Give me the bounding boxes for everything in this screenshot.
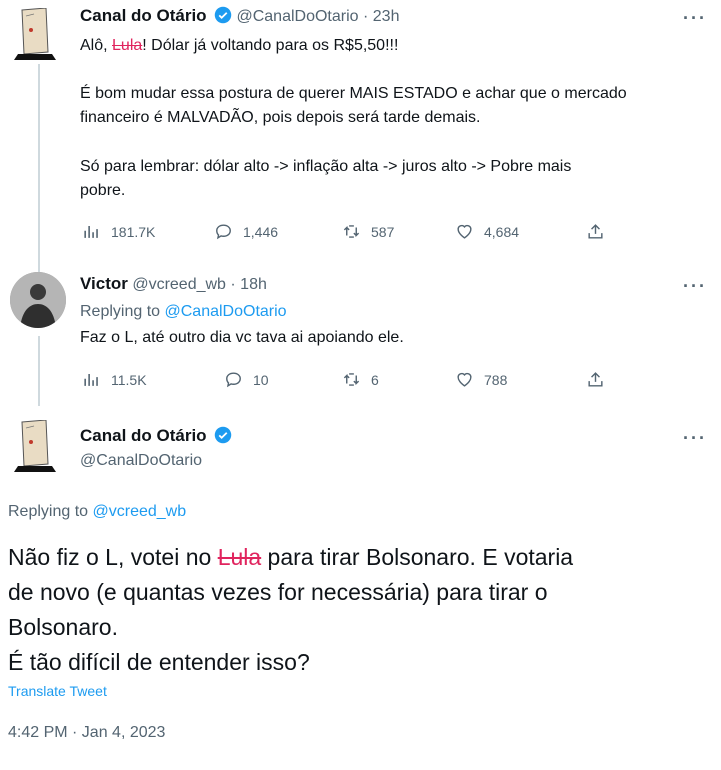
views-button[interactable]: 181.7K: [82, 222, 155, 241]
text: para tirar Bolsonaro. E votaria: [261, 544, 574, 570]
tweet-1-para-3-line-2: pobre.: [80, 182, 126, 199]
reply-icon: [226, 372, 241, 388]
tweet-time[interactable]: 18h: [240, 276, 267, 293]
more-icon[interactable]: ···: [683, 276, 707, 297]
thread-line: [38, 64, 40, 274]
retweet-button[interactable]: 6: [342, 370, 379, 389]
tweet-1-para-2-line-2: financeiro é MALVADÃO, pois depois será …: [80, 109, 481, 126]
reply-count: 10: [253, 371, 269, 388]
like-button[interactable]: 788: [455, 370, 507, 389]
views-count: 181.7K: [111, 223, 156, 240]
views-icon: [84, 225, 98, 238]
author-name[interactable]: Victor: [80, 274, 128, 293]
reply-button[interactable]: 1,446: [214, 222, 278, 241]
tweet-1-header: Canal do Otário @CanalDoOtario · 23h: [80, 6, 399, 26]
verified-icon: [214, 426, 232, 444]
replying-label: Replying to: [8, 503, 93, 520]
main-text-line-3: Bolsonaro.: [8, 614, 118, 640]
main-text-line-4: É tão difícil de entender isso?: [8, 649, 310, 675]
views-count: 11.5K: [111, 371, 147, 388]
tweet-2-text: Faz o L, até outro dia vc tava ai apoian…: [80, 329, 404, 346]
translate-tweet-link[interactable]: Translate Tweet: [8, 683, 107, 699]
reply-count: 1,446: [243, 223, 279, 240]
retweet-count: 587: [371, 223, 395, 240]
tweet-1-line-1: Alô, Lula! Dólar já voltando para os R$5…: [80, 34, 398, 58]
tweet-1-avatar[interactable]: [12, 7, 58, 65]
share-icon: [588, 372, 603, 387]
tweet-2-avatar[interactable]: [10, 272, 66, 328]
like-button[interactable]: 4,684: [455, 222, 519, 241]
tweet-2-header: Victor @vcreed_wb · 18h: [80, 274, 267, 294]
replying-to: Replying to @CanalDoOtario: [80, 300, 287, 324]
replying-label: Replying to: [80, 303, 165, 320]
thread-line: [38, 336, 40, 406]
avatar-photo-icon: [10, 272, 66, 328]
author-handle[interactable]: @CanalDoOtario: [236, 8, 358, 25]
tweet-3-avatar[interactable]: [12, 419, 58, 477]
retweet-button[interactable]: 587: [342, 222, 394, 241]
tweet-1-para-3-line-1: Só para lembrar: dólar alto -> inflação …: [80, 158, 572, 175]
avatar-paper-bag-icon: [14, 419, 56, 472]
like-count: 788: [484, 371, 508, 388]
share-button[interactable]: [586, 222, 605, 241]
like-icon: [457, 224, 472, 239]
struck-name: Lula: [112, 37, 143, 54]
verified-icon: [214, 6, 232, 24]
tweet-3-header: Canal do Otário: [80, 426, 232, 446]
replying-handle-link[interactable]: @CanalDoOtario: [165, 303, 287, 320]
author-handle[interactable]: @vcreed_wb: [132, 276, 226, 293]
retweet-icon: [343, 225, 360, 238]
more-icon[interactable]: ···: [683, 428, 707, 449]
views-button[interactable]: 11.5K: [82, 370, 147, 389]
author-handle[interactable]: @CanalDoOtario: [80, 452, 202, 470]
main-text-line-2: de novo (e quantas vezes for necessária)…: [8, 579, 548, 605]
views-icon: [84, 373, 98, 386]
reply-icon: [216, 224, 231, 240]
tweet-1-para-2-line-1: É bom mudar essa postura de querer MAIS …: [80, 85, 627, 102]
tweet-timestamp[interactable]: 4:42 PM · Jan 4, 2023: [8, 724, 165, 742]
like-icon: [457, 372, 472, 387]
reply-button[interactable]: 10: [224, 370, 269, 389]
text: Não fiz o L, votei no: [8, 544, 218, 570]
share-button[interactable]: [586, 370, 605, 389]
like-count: 4,684: [484, 223, 520, 240]
avatar-paper-bag-icon: [14, 7, 56, 60]
author-name[interactable]: Canal do Otário: [80, 426, 207, 445]
text: ! Dólar já voltando para os R$5,50!!!: [142, 37, 399, 54]
replying-to: Replying to @vcreed_wb: [8, 500, 186, 524]
separator: ·: [225, 276, 241, 293]
retweet-count: 6: [371, 371, 379, 388]
more-icon[interactable]: ···: [683, 8, 707, 29]
main-text-line-1: Não fiz o L, votei no Lula para tirar Bo…: [8, 540, 573, 575]
tweet-time[interactable]: 23h: [373, 8, 400, 25]
separator: ·: [358, 8, 373, 25]
text: Alô,: [80, 37, 113, 54]
share-icon: [588, 224, 603, 239]
replying-handle-link[interactable]: @vcreed_wb: [93, 503, 187, 520]
retweet-icon: [343, 373, 360, 386]
author-name[interactable]: Canal do Otário: [80, 6, 207, 25]
struck-name: Lula: [217, 544, 262, 570]
